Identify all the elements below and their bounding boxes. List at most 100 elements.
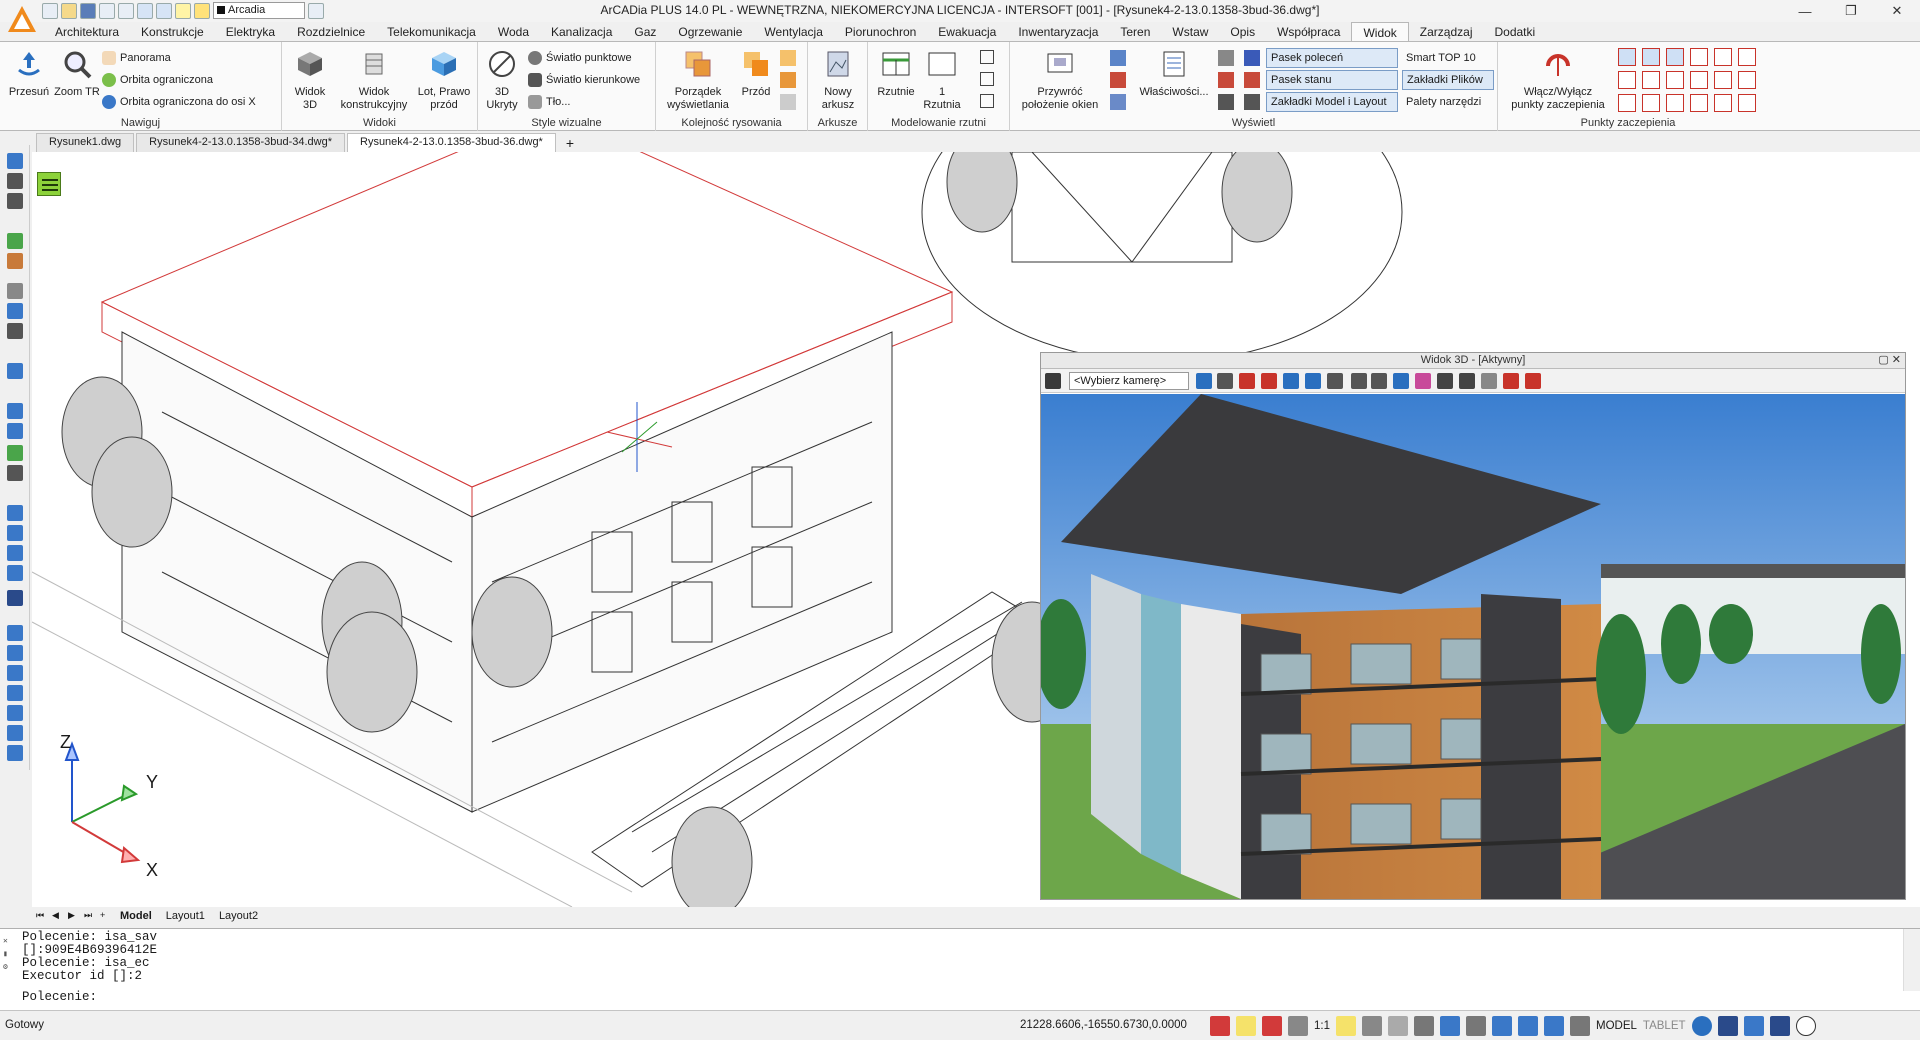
viewport-3d-window[interactable]: Widok 3D - [Aktywny] ▢ ✕ <Wybierz kamerę…	[1040, 352, 1906, 900]
quick-props-icon[interactable]	[1570, 1016, 1590, 1036]
background-button[interactable]: Tło...	[528, 92, 570, 112]
panorama-button[interactable]: Panorama	[102, 48, 171, 68]
window-cascade-icon[interactable]	[1110, 94, 1126, 110]
tab-gaz[interactable]: Gaz	[623, 22, 667, 42]
fly-right-front-button[interactable]: Lot, Prawo przód	[414, 48, 474, 112]
model-layout-icon[interactable]	[1244, 94, 1260, 110]
snap-mode-icon[interactable]	[1642, 94, 1660, 112]
viewport-tool-icon[interactable]	[1351, 373, 1367, 389]
single-viewport-button[interactable]: 1 Rzutnia	[920, 48, 964, 112]
add-layout-icon[interactable]: +	[100, 910, 110, 922]
snap-mode-icon[interactable]	[1738, 71, 1756, 89]
toggle-model-layout-tabs[interactable]: Zakładki Model i Layout	[1266, 92, 1398, 112]
tab-woda[interactable]: Woda	[487, 22, 540, 42]
orbit-button[interactable]: Orbita ograniczona	[102, 70, 213, 90]
viewport-2-icon[interactable]	[980, 50, 994, 64]
tab-zarzadzaj[interactable]: Zarządzaj	[1409, 22, 1484, 42]
display-order-button[interactable]: Porządek wyświetlania	[660, 48, 736, 112]
toggle-snaps-button[interactable]: Włącz/Wyłącz punkty zaczepienia	[1508, 48, 1608, 112]
toggle-file-tabs[interactable]: Zakładki Plików	[1402, 70, 1494, 90]
viewport-tool-icon[interactable]	[1327, 373, 1343, 389]
left-tool-icon[interactable]	[7, 685, 23, 701]
tablet-toggle[interactable]: TABLET	[1643, 1020, 1686, 1032]
osnap-icon[interactable]	[1492, 1016, 1512, 1036]
doc-tab-bud36[interactable]: Rysunek4-2-13.0.1358-3bud-36.dwg*	[347, 133, 556, 152]
left-tool-icon[interactable]	[7, 465, 23, 481]
snap-mode-icon[interactable]	[1666, 48, 1684, 66]
tab-konstrukcje[interactable]: Konstrukcje	[130, 22, 215, 42]
tab-piorunochron[interactable]: Piorunochron	[834, 22, 927, 42]
left-tool-icon[interactable]	[7, 193, 23, 209]
command-input[interactable]: Polecenie:	[22, 991, 97, 1004]
left-tool-icon[interactable]	[7, 363, 23, 379]
command-bar-icon[interactable]	[1244, 50, 1260, 66]
snap-mode-icon[interactable]	[1618, 94, 1636, 112]
viewport-tool-icon[interactable]	[1239, 373, 1255, 389]
snap-mode-icon[interactable]	[1666, 71, 1684, 89]
last-tab-nav-icon[interactable]: ⏭	[84, 910, 94, 922]
new-sheet-button[interactable]: Nowy arkusz	[812, 48, 864, 112]
left-tool-icon[interactable]	[7, 525, 23, 541]
left-tool-icon[interactable]	[7, 423, 23, 439]
left-tool-icon[interactable]	[7, 303, 23, 319]
toggle-status-bar[interactable]: Pasek stanu	[1266, 70, 1398, 90]
tab-kanalizacja[interactable]: Kanalizacja	[540, 22, 623, 42]
tab-ogrzewanie[interactable]: Ogrzewanie	[667, 22, 753, 42]
viewport-tool-icon[interactable]	[1437, 373, 1453, 389]
bring-front-button[interactable]: Przód	[736, 48, 776, 99]
window-layout-icon[interactable]	[1110, 50, 1126, 66]
camera-select[interactable]: <Wybierz kamerę>	[1069, 372, 1189, 390]
viewport-tool-icon[interactable]	[1459, 373, 1475, 389]
left-tool-icon[interactable]	[7, 445, 23, 461]
tab-layout2[interactable]: Layout2	[215, 909, 262, 923]
grid-icon[interactable]	[1414, 1016, 1434, 1036]
tab-architektura[interactable]: Architektura	[44, 22, 130, 42]
view-3d-button[interactable]: Widok 3D	[286, 48, 334, 112]
dyn-icon[interactable]	[1544, 1016, 1564, 1036]
tab-opis[interactable]: Opis	[1219, 22, 1266, 42]
viewport-tool-icon[interactable]	[1371, 373, 1387, 389]
snap-toggle-icon[interactable]	[1210, 1016, 1230, 1036]
viewport-tool-icon[interactable]	[1525, 373, 1541, 389]
viewport-close-icon[interactable]: ✕	[1892, 354, 1901, 366]
ucs-icon[interactable]	[1288, 1016, 1308, 1036]
pan-button[interactable]: Przesuń	[6, 48, 52, 99]
point-light-button[interactable]: Światło punktowe	[528, 48, 632, 68]
zoom-button[interactable]: Zoom TR	[54, 48, 100, 99]
help-toggle-icon[interactable]	[1236, 1016, 1256, 1036]
display-lines-icon[interactable]	[1218, 94, 1234, 110]
viewport-tool-icon[interactable]	[1305, 373, 1321, 389]
doc-tab-bud34[interactable]: Rysunek4-2-13.0.1358-3bud-34.dwg*	[136, 133, 345, 152]
snap-mode-icon[interactable]	[1666, 94, 1684, 112]
order-above-icon[interactable]	[780, 50, 796, 66]
properties-button[interactable]: Właściwości...	[1136, 48, 1212, 99]
next-tab-nav-icon[interactable]: ▶	[68, 910, 78, 922]
snap-grid-icon[interactable]	[1388, 1016, 1408, 1036]
close-button[interactable]: ✕	[1874, 0, 1920, 22]
viewport-tool-icon[interactable]	[1481, 373, 1497, 389]
viewport-tool-icon[interactable]	[1415, 373, 1431, 389]
hidden-3d-button[interactable]: 3D Ukryty	[482, 48, 522, 112]
first-tab-nav-icon[interactable]: ⏮	[36, 910, 46, 922]
tab-wentylacja[interactable]: Wentylacja	[753, 22, 833, 42]
left-tool-icon[interactable]	[7, 253, 23, 269]
snap-mode-icon[interactable]	[1618, 71, 1636, 89]
clean-screen-icon[interactable]	[1769, 1016, 1790, 1036]
snap-mode-icon[interactable]	[1690, 48, 1708, 66]
left-tool-icon[interactable]	[7, 705, 23, 721]
viewport-tool-icon[interactable]	[1393, 373, 1409, 389]
smart-top-10-toggle[interactable]: Smart TOP 10	[1406, 48, 1476, 68]
annotation-icon[interactable]	[1336, 1016, 1356, 1036]
snap-mode-icon[interactable]	[1618, 48, 1636, 66]
tab-dodatki[interactable]: Dodatki	[1483, 22, 1546, 42]
snap-mode-icon[interactable]	[1690, 94, 1708, 112]
command-scrollbar[interactable]	[1903, 929, 1920, 991]
lock-icon[interactable]	[1717, 1016, 1738, 1036]
lineweight-icon[interactable]	[1362, 1016, 1382, 1036]
snap-mode-icon[interactable]	[1690, 71, 1708, 89]
order-below-icon[interactable]	[780, 72, 796, 88]
snap-mode-icon[interactable]	[1714, 71, 1732, 89]
otrack-icon[interactable]	[1518, 1016, 1538, 1036]
tab-ewakuacja[interactable]: Ewakuacja	[927, 22, 1007, 42]
restore-windows-button[interactable]: Przywróć położenie okien	[1016, 48, 1104, 112]
